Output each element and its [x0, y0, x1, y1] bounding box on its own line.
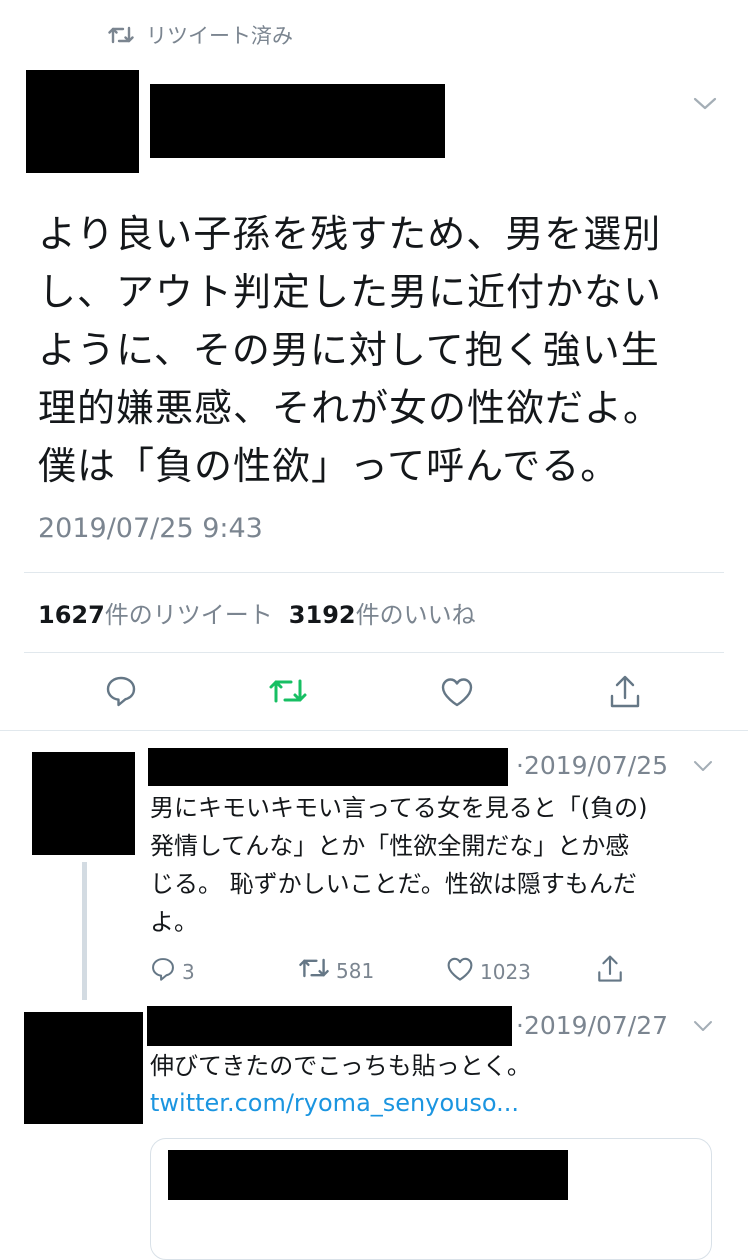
likes-label: 件のいいね — [355, 601, 476, 629]
likes-stat[interactable]: 3192件のいいね — [289, 595, 476, 630]
tweet-text-line: 理的嫌悪感、それが女の性欲だよ。 — [38, 386, 663, 430]
reply-text: 伸びてきたのでこっちも貼っとく。 — [150, 1052, 531, 1080]
author-name[interactable] — [150, 84, 445, 158]
tweet-stats: 1627件のリツイート 3192件のいいね — [38, 595, 476, 630]
retweet-count: 581 — [336, 958, 375, 983]
reply-text-line: 発情してんな」とか「性欲全開だな」とか感 — [150, 832, 630, 860]
reply-author-name[interactable] — [147, 1006, 512, 1046]
author-avatar[interactable] — [26, 70, 139, 173]
retweets-label: 件のリツイート — [104, 601, 273, 629]
tweet-text-line: ように、その男に対して抱く強い生 — [38, 328, 660, 372]
reply-text: 男にキモいキモい言ってる女を見ると「(負の) 発情してんな」とか「性欲全開だな」… — [150, 789, 730, 941]
quoted-author-name — [168, 1150, 568, 1200]
reply-action[interactable]: 3 — [150, 956, 195, 987]
like-icon[interactable] — [440, 676, 474, 712]
thread-connector — [82, 862, 87, 1000]
tweet-link[interactable]: twitter.com/ryoma_senyouso... — [150, 1089, 519, 1117]
reply-text-line: よ。 — [150, 908, 198, 936]
retweets-stat[interactable]: 1627件のリツイート — [38, 595, 273, 630]
like-icon — [446, 956, 474, 987]
tweet-text-line: より良い子孫を残すため、男を選別 — [38, 212, 662, 256]
reply-text-line: じる。 恥ずかしいことだ。性欲は隠すもんだ — [150, 870, 637, 898]
tweet-text: より良い子孫を残すため、男を選別 し、アウト判定した男に近付かない ように、その… — [38, 205, 718, 495]
reply-count: 3 — [182, 959, 195, 984]
divider — [24, 572, 724, 573]
tweet-text-line: し、アウト判定した男に近付かない — [38, 270, 663, 314]
reply-author-name[interactable] — [148, 748, 508, 786]
chevron-down-icon[interactable] — [692, 94, 718, 116]
reply-date[interactable]: ·2019/07/27 — [516, 1011, 668, 1040]
reply-date[interactable]: ·2019/07/25 — [516, 751, 668, 780]
divider — [0, 730, 748, 731]
retweet-action[interactable]: 581 — [298, 956, 374, 985]
share-icon[interactable] — [596, 954, 624, 988]
reply-icon[interactable] — [104, 674, 138, 712]
tweet-text-line: 僕は「負の性欲」って呼んでる。 — [38, 444, 620, 488]
retweeted-indicator: リツイート済み — [108, 20, 293, 50]
reply-text-line: 男にキモいキモい言ってる女を見ると「(負の) — [150, 794, 648, 822]
chevron-down-icon[interactable] — [692, 1018, 714, 1038]
retweets-count: 1627 — [38, 601, 105, 629]
like-action[interactable]: 1023 — [446, 956, 531, 987]
likes-count: 3192 — [288, 601, 356, 629]
like-count: 1023 — [480, 959, 531, 984]
retweet-icon[interactable] — [268, 676, 308, 710]
divider — [24, 652, 724, 653]
tweet-timestamp[interactable]: 2019/07/25 9:43 — [38, 513, 263, 544]
retweet-icon — [298, 956, 330, 985]
retweet-icon — [108, 25, 134, 45]
reply-icon — [150, 956, 176, 987]
share-icon[interactable] — [608, 674, 642, 714]
reply-avatar[interactable] — [24, 1012, 143, 1124]
chevron-down-icon[interactable] — [692, 758, 714, 778]
retweeted-label: リツイート済み — [146, 24, 293, 48]
reply-avatar[interactable] — [32, 752, 135, 855]
